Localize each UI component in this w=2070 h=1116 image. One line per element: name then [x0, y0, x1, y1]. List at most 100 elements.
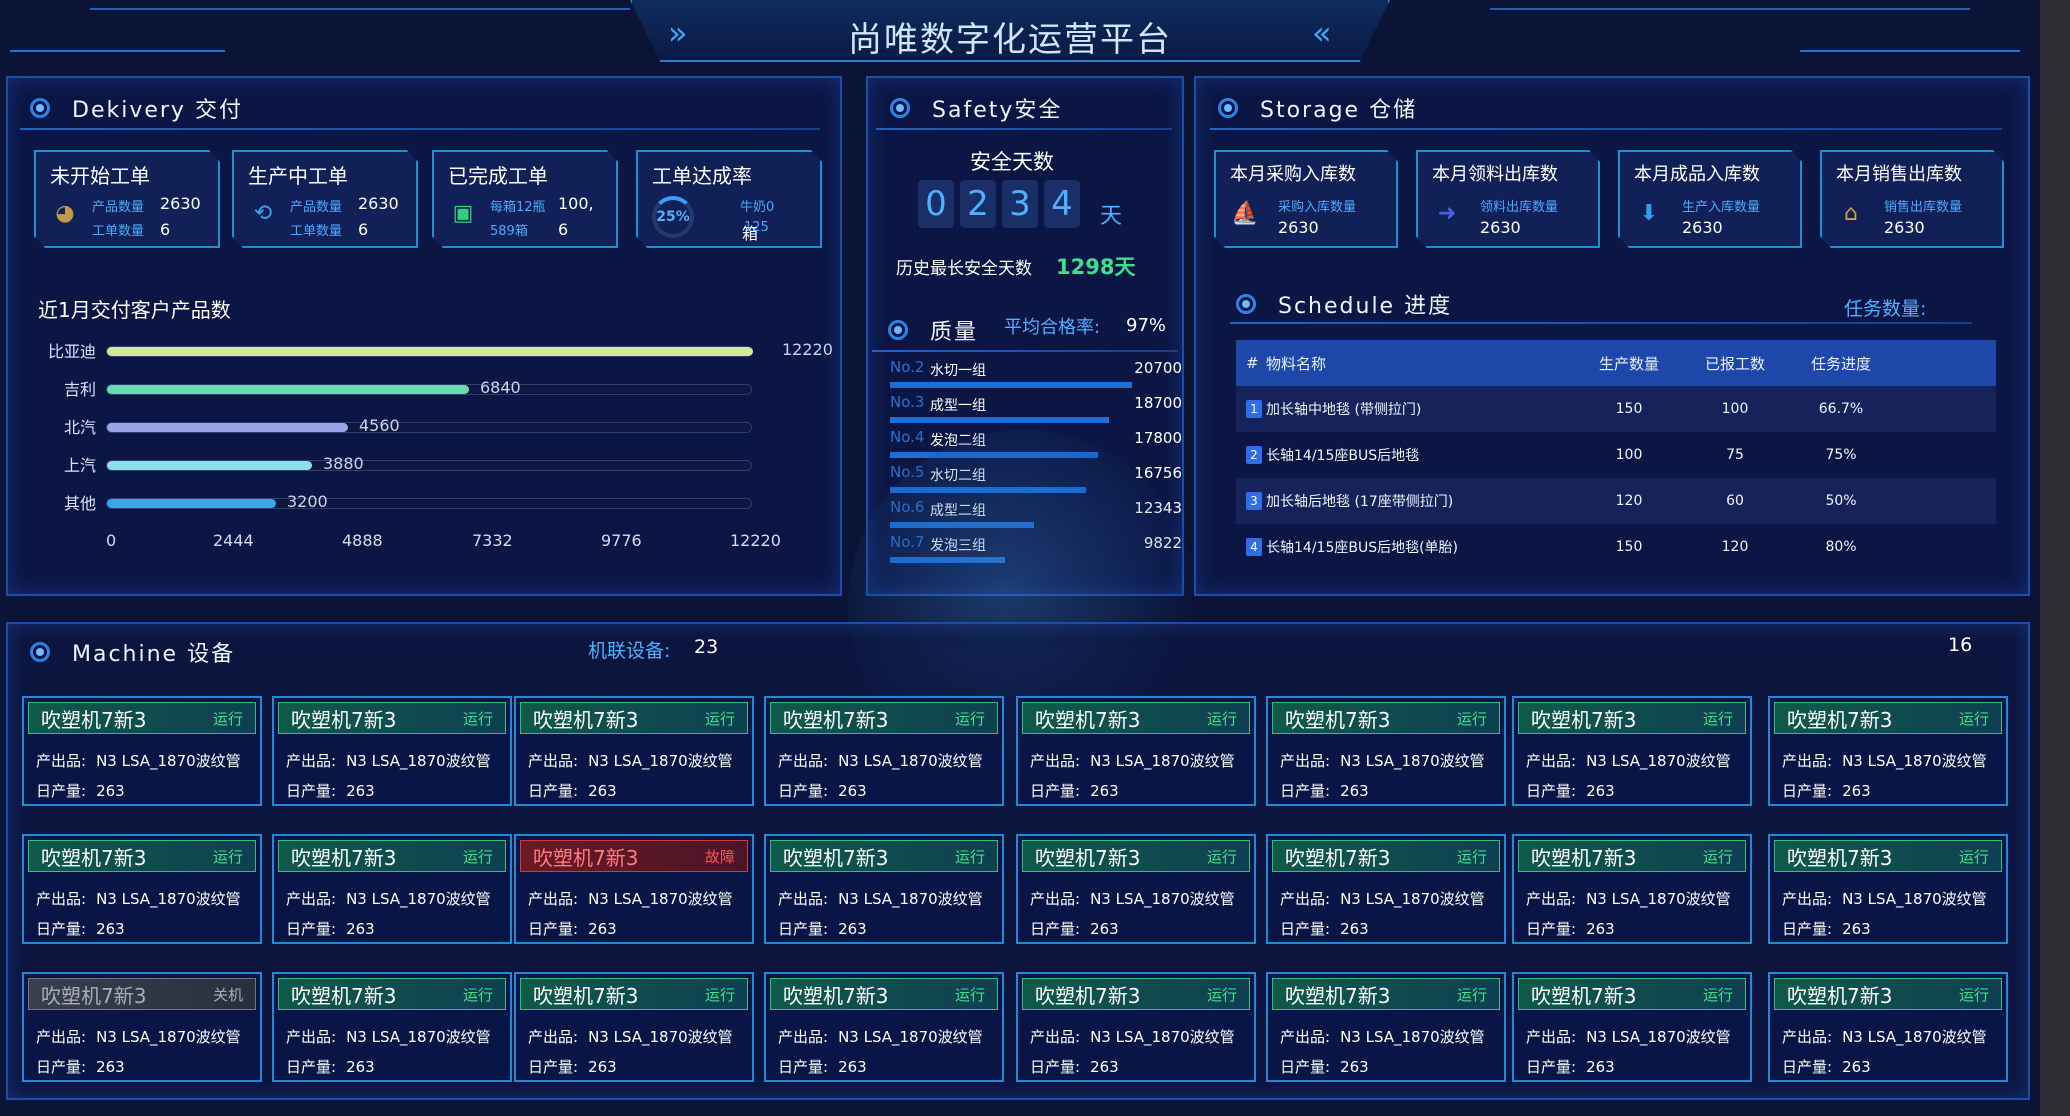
product-line: 产出品: N3 LSA_1870波纹管 — [528, 1026, 733, 1047]
daily-label: 日产量: — [528, 1058, 579, 1076]
machine-card[interactable]: 吹塑机7新3 运行 产出品: N3 LSA_1870波纹管 日产量: 263 — [1512, 696, 1752, 806]
safety-header: Safety安全 — [890, 92, 1062, 124]
table-cell: 80% — [1825, 539, 1857, 555]
machine-card[interactable]: 吹塑机7新3 运行 产出品: N3 LSA_1870波纹管 日产量: 263 — [514, 972, 754, 1082]
machine-card[interactable]: 吹塑机7新3 运行 产出品: N3 LSA_1870波纹管 日产量: 263 — [764, 972, 1004, 1082]
bar — [107, 499, 276, 508]
table-cell: 75 — [1726, 447, 1744, 463]
product-value: N3 LSA_1870波纹管 — [1090, 752, 1235, 770]
daily-value: 263 — [1842, 1058, 1871, 1076]
device-count: 16 — [1948, 634, 1973, 656]
delivery-card[interactable]: 工单达成率 25% 牛奶0 125 箱 — [636, 150, 822, 248]
row-index: 3 — [1246, 492, 1262, 510]
delivery-card[interactable]: 生产中工单 ⟲ 产品数量 2630 工单数量 6 — [232, 150, 418, 248]
machine-card[interactable]: 吹塑机7新3 运行 产出品: N3 LSA_1870波纹管 日产量: 263 — [272, 834, 512, 944]
machine-card[interactable]: 吹塑机7新3 运行 产出品: N3 LSA_1870波纹管 日产量: 263 — [1512, 972, 1752, 1082]
daily-line: 日产量: 263 — [528, 1056, 617, 1077]
machine-name: 吹塑机7新3 — [41, 845, 147, 870]
machine-card[interactable]: 吹塑机7新3 运行 产出品: N3 LSA_1870波纹管 日产量: 263 — [22, 696, 262, 806]
delivery-card[interactable]: 未开始工单 ◕ 产品数量 2630 工单数量 6 — [34, 150, 220, 248]
machine-name: 吹塑机7新3 — [1531, 983, 1637, 1008]
machine-card[interactable]: 吹塑机7新3 运行 产出品: N3 LSA_1870波纹管 日产量: 263 — [1016, 834, 1256, 944]
table-row[interactable]: 3 加长轴后地毯 (17座带侧拉门) 120 60 50% — [1236, 478, 1996, 524]
schedule-title: Schedule 进度 — [1278, 294, 1453, 319]
machine-card[interactable]: 吹塑机7新3 关机 产出品: N3 LSA_1870波纹管 日产量: 263 — [22, 972, 262, 1082]
machine-card[interactable]: 吹塑机7新3 运行 产出品: N3 LSA_1870波纹管 日产量: 263 — [1016, 972, 1256, 1082]
product-line: 产出品: N3 LSA_1870波纹管 — [286, 1026, 491, 1047]
product-value: N3 LSA_1870波纹管 — [96, 752, 241, 770]
table-cell: 3 — [1236, 492, 1266, 510]
machine-status: 运行 — [704, 985, 735, 1004]
divider — [1230, 322, 1972, 324]
table-header: # 物料名称 生产数量 已报工数 任务进度 — [1236, 340, 1996, 386]
daily-value: 263 — [838, 782, 867, 800]
target-icon — [890, 98, 910, 118]
machine-card[interactable]: 吹塑机7新3 故障 产出品: N3 LSA_1870波纹管 日产量: 263 — [514, 834, 754, 944]
card-value: 箱 — [742, 224, 759, 243]
machine-status: 运行 — [1702, 985, 1733, 1004]
safety-digit: 3 — [1002, 180, 1038, 228]
machine-card[interactable]: 吹塑机7新3 运行 产出品: N3 LSA_1870波纹管 日产量: 263 — [764, 834, 1004, 944]
machine-card[interactable]: 吹塑机7新3 运行 产出品: N3 LSA_1870波纹管 日产量: 263 — [1768, 696, 2008, 806]
product-label: 产出品: — [528, 890, 579, 908]
machine-status: 运行 — [1702, 709, 1733, 728]
machine-name: 吹塑机7新3 — [291, 983, 397, 1008]
machine-card[interactable]: 吹塑机7新3 运行 产出品: N3 LSA_1870波纹管 日产量: 263 — [1016, 696, 1256, 806]
machine-card-header: 吹塑机7新3 运行 — [770, 840, 998, 872]
bar-track — [106, 460, 752, 471]
table-cell: 4 — [1236, 538, 1266, 556]
machine-name: 吹塑机7新3 — [1035, 707, 1141, 732]
daily-value: 263 — [1586, 1058, 1615, 1076]
daily-label: 日产量: — [528, 782, 579, 800]
storage-card[interactable]: 本月销售出库数 ⌂ 销售出库数量 2630 — [1820, 150, 2004, 248]
product-value: N3 LSA_1870波纹管 — [346, 890, 491, 908]
product-label: 产出品: — [1280, 1028, 1331, 1046]
gauge-icon: 25% — [652, 196, 694, 238]
daily-label: 日产量: — [286, 1058, 337, 1076]
product-label: 产出品: — [36, 752, 87, 770]
daily-label: 日产量: — [286, 920, 337, 938]
daily-label: 日产量: — [778, 1058, 829, 1076]
group-value: 17800 — [1134, 429, 1182, 447]
bar-track — [106, 384, 752, 395]
table-cell: 2 — [1236, 446, 1266, 464]
machine-card[interactable]: 吹塑机7新3 运行 产出品: N3 LSA_1870波纹管 日产量: 263 — [1266, 696, 1506, 806]
machine-card[interactable]: 吹塑机7新3 运行 产出品: N3 LSA_1870波纹管 日产量: 263 — [272, 696, 512, 806]
product-line: 产出品: N3 LSA_1870波纹管 — [1526, 888, 1731, 909]
delivery-card[interactable]: 已完成工单 ▣ 每箱12瓶 100, 589箱 6 — [432, 150, 618, 248]
machine-card[interactable]: 吹塑机7新3 运行 产出品: N3 LSA_1870波纹管 日产量: 263 — [764, 696, 1004, 806]
machine-card[interactable]: 吹塑机7新3 运行 产出品: N3 LSA_1870波纹管 日产量: 263 — [514, 696, 754, 806]
daily-line: 日产量: 263 — [778, 918, 867, 939]
daily-value: 263 — [1842, 920, 1871, 938]
machine-card-header: 吹塑机7新3 运行 — [1022, 978, 1250, 1010]
machine-name: 吹塑机7新3 — [783, 983, 889, 1008]
machine-card[interactable]: 吹塑机7新3 运行 产出品: N3 LSA_1870波纹管 日产量: 263 — [1266, 834, 1506, 944]
product-value: N3 LSA_1870波纹管 — [1586, 752, 1731, 770]
machine-card[interactable]: 吹塑机7新3 运行 产出品: N3 LSA_1870波纹管 日产量: 263 — [272, 972, 512, 1082]
storage-header: Storage 仓储 — [1218, 92, 1417, 124]
product-value: N3 LSA_1870波纹管 — [838, 890, 983, 908]
group-name: 成型一组 — [930, 398, 986, 414]
daily-label: 日产量: — [1526, 782, 1577, 800]
table-row[interactable]: 1 加长轴中地毯 (带侧拉门) 150 100 66.7% — [1236, 386, 1996, 432]
machine-card[interactable]: 吹塑机7新3 运行 产出品: N3 LSA_1870波纹管 日产量: 263 — [22, 834, 262, 944]
table-cell: 50% — [1825, 493, 1857, 509]
machine-card[interactable]: 吹塑机7新3 运行 产出品: N3 LSA_1870波纹管 日产量: 263 — [1768, 834, 2008, 944]
machine-name: 吹塑机7新3 — [41, 707, 147, 732]
daily-value: 263 — [346, 1058, 375, 1076]
product-value: N3 LSA_1870波纹管 — [588, 1028, 733, 1046]
storage-card[interactable]: 本月领料出库数 ➜ 领料出库数量 2630 — [1416, 150, 1600, 248]
daily-value: 263 — [1586, 782, 1615, 800]
machine-card[interactable]: 吹塑机7新3 运行 产出品: N3 LSA_1870波纹管 日产量: 263 — [1768, 972, 2008, 1082]
table-row[interactable]: 4 长轴14/15座BUS后地毯(单胎) 150 120 80% — [1236, 524, 1996, 570]
daily-value: 263 — [838, 1058, 867, 1076]
machine-status: 运行 — [212, 847, 243, 866]
machine-card[interactable]: 吹塑机7新3 运行 产出品: N3 LSA_1870波纹管 日产量: 263 — [1512, 834, 1752, 944]
storage-card[interactable]: 本月采购入库数 ⛵ 采购入库数量 2630 — [1214, 150, 1398, 248]
machine-card[interactable]: 吹塑机7新3 运行 产出品: N3 LSA_1870波纹管 日产量: 263 — [1266, 972, 1506, 1082]
machine-status: 运行 — [1206, 985, 1237, 1004]
table-row[interactable]: 2 长轴14/15座BUS后地毯 100 75 75% — [1236, 432, 1996, 478]
storage-card[interactable]: 本月成品入库数 ⬇ 生产入库数量 2630 — [1618, 150, 1802, 248]
product-value: N3 LSA_1870波纹管 — [1340, 752, 1485, 770]
record-value: 1298天 — [1056, 255, 1136, 279]
